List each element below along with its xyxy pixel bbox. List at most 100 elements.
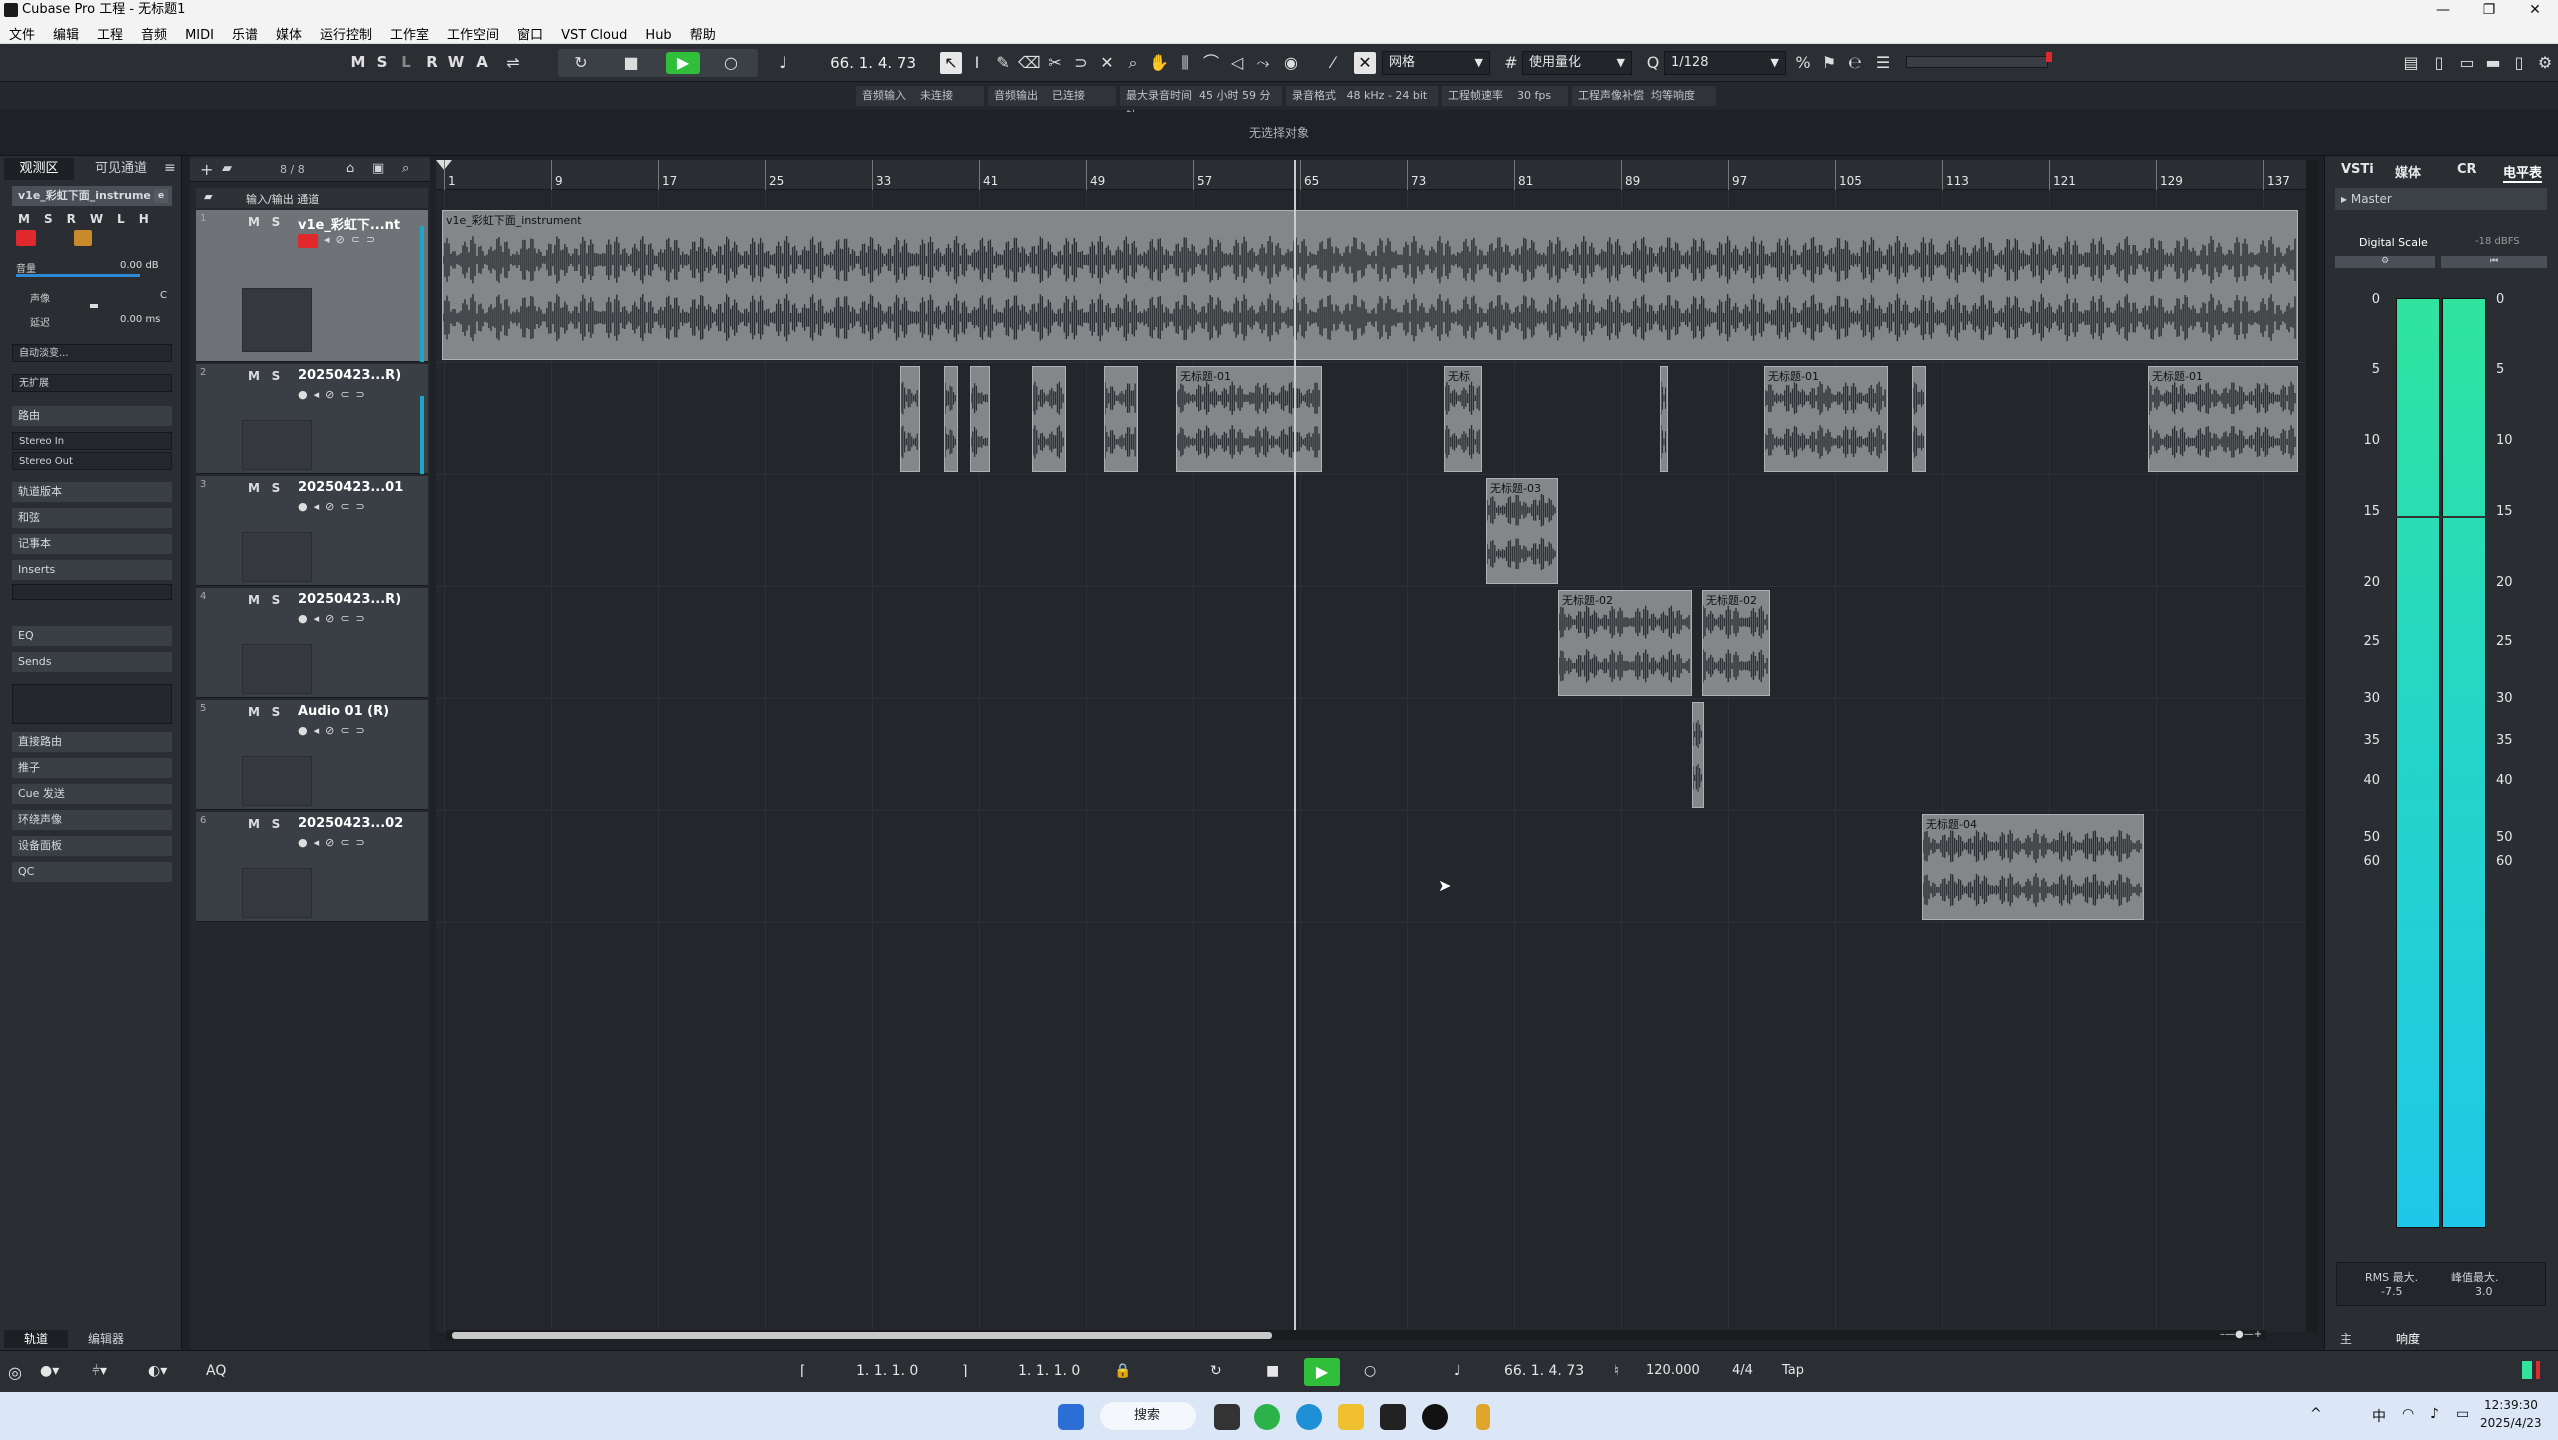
track-row[interactable]: 2 MS 20250423...R) ●◂⊘⊂⊃ — [196, 364, 428, 474]
record-mode-icon[interactable]: ●▾ — [40, 1363, 59, 1379]
mute-button[interactable]: M — [246, 214, 262, 230]
meter-scale-label[interactable]: Digital Scale — [2359, 236, 2428, 249]
glue-tool-icon[interactable]: ⊃ — [1070, 52, 1092, 74]
punch-icon[interactable]: ⫩▾ — [92, 1363, 107, 1379]
menu-transport[interactable]: 运行控制 — [311, 20, 381, 44]
mute-button[interactable]: M — [246, 368, 262, 384]
frame-rate-status[interactable]: 工程帧速率 30 fps — [1442, 86, 1568, 106]
tab-meter[interactable]: 电平表 — [2503, 162, 2543, 183]
volume-value[interactable]: 0.00 dB — [120, 260, 159, 271]
window-layout-icon[interactable]: ☰ — [1872, 52, 1894, 74]
auto-fade-dropdown[interactable]: 自动淡变... — [12, 344, 172, 362]
start-icon[interactable] — [1058, 1404, 1084, 1430]
tab-editor[interactable]: 编辑器 — [72, 1330, 140, 1348]
section-eq[interactable]: EQ — [12, 626, 172, 646]
solo-button[interactable]: S — [268, 368, 284, 384]
lock-icon[interactable]: 🔒 — [1114, 1363, 1131, 1379]
warp-tool-icon[interactable]: ⤳ — [1252, 52, 1274, 74]
clock-date[interactable]: 2025/4/23 — [2480, 1416, 2542, 1430]
routing-output-dropdown[interactable]: Stereo Out — [12, 452, 172, 470]
snap-type-dropdown[interactable]: 网格 ▼ — [1382, 51, 1490, 75]
taskbar-search[interactable]: 搜索 — [1100, 1402, 1196, 1430]
audio-output-status[interactable]: 音频输出 已连接 — [988, 86, 1116, 106]
vertical-scrollbar[interactable] — [2306, 160, 2318, 1332]
playhead-cursor[interactable] — [1294, 160, 1296, 1332]
inspector-track-name[interactable]: v1e_彩虹下面_instrume e — [12, 186, 172, 206]
section-surround-pan[interactable]: 环绕声像 — [12, 810, 172, 830]
right-locator-display[interactable]: 1. 1. 1. 0 — [1018, 1363, 1080, 1379]
mute-button[interactable]: M — [246, 480, 262, 496]
zoom-slider[interactable]: –—●—+ — [2220, 1329, 2300, 1341]
section-notepad[interactable]: 记事本 — [12, 534, 172, 554]
edit-in-place-icon[interactable]: ℮ — [1844, 52, 1866, 74]
search-icon[interactable]: ⌕ — [402, 161, 409, 176]
tempo-track-icon[interactable]: ♮ — [1614, 1363, 1619, 1379]
tab-main[interactable]: 主 — [2340, 1330, 2352, 1347]
audio-event[interactable]: 无标题-03 — [1486, 478, 1558, 584]
timeline-ruler[interactable]: 1 9 17 25 33 41 49 57 65 73 81 89 97 105 113 121 129 137 — [436, 160, 2306, 190]
horizontal-scroll-thumb[interactable] — [452, 1332, 1272, 1339]
track-controls[interactable]: ●◂⊘⊂⊃ — [298, 612, 371, 625]
aq-button[interactable]: AQ — [206, 1363, 226, 1379]
snap-on-off-icon[interactable]: ✕ — [1354, 52, 1376, 74]
quantize-mode-dropdown[interactable]: 使用量化 ▼ — [1522, 51, 1632, 75]
stop-icon[interactable]: ■ — [620, 52, 642, 74]
menu-edit[interactable]: 编辑 — [44, 20, 88, 44]
volume-fader[interactable] — [16, 274, 140, 277]
notes-icon[interactable] — [1476, 1404, 1490, 1430]
track-controls[interactable]: ●◂⊘⊂⊃ — [298, 724, 371, 737]
tab-control-room[interactable]: CR — [2457, 162, 2477, 177]
play-tool-icon[interactable]: ◁ — [1226, 52, 1248, 74]
section-device-panel[interactable]: 设备面板 — [12, 836, 172, 856]
tab-loudness[interactable]: 响度 — [2396, 1330, 2420, 1347]
inspector-msrw-buttons[interactable]: MSRWLH — [18, 212, 163, 226]
transport-play-icon[interactable]: ▶ — [1304, 1358, 1340, 1386]
section-routing[interactable]: 路由 — [12, 406, 172, 426]
master-channel-selector[interactable]: ▸ Master — [2335, 188, 2547, 210]
audio-event[interactable] — [1032, 366, 1066, 472]
quantize-value-dropdown[interactable]: 1/128 ▼ — [1664, 51, 1786, 75]
track-name[interactable]: 20250423...02 — [298, 816, 403, 831]
pan-slider[interactable] — [90, 304, 98, 308]
solo-button[interactable]: S — [268, 214, 284, 230]
audio-event[interactable] — [1660, 366, 1668, 472]
tray-chevron-icon[interactable]: ^ — [2310, 1406, 2322, 1422]
meter-settings-icon[interactable]: ⚙ — [2335, 256, 2435, 268]
track-row[interactable]: 5 MS Audio 01 (R) ●◂⊘⊂⊃ — [196, 700, 428, 810]
io-channels-folder[interactable]: ▰ 输入/输出 通道 — [196, 188, 428, 208]
solo-button[interactable]: S — [268, 480, 284, 496]
precount-icon[interactable]: ◐▾ — [148, 1363, 167, 1379]
audio-event[interactable]: 无标题-01 — [1764, 366, 1888, 472]
left-locator-icon[interactable]: ⌈ — [800, 1363, 805, 1379]
automation-mode-button[interactable]: A — [472, 53, 492, 73]
menu-help[interactable]: 帮助 — [681, 20, 725, 44]
settings-gear-icon[interactable]: ⚙ — [2534, 52, 2556, 74]
wifi-icon[interactable]: ◠ — [2402, 1406, 2414, 1422]
transport-cycle-icon[interactable]: ↻ — [1210, 1363, 1222, 1379]
record-icon[interactable]: ○ — [720, 52, 742, 74]
tap-tempo-button[interactable]: Tap — [1782, 1363, 1804, 1378]
line-tool-icon[interactable]: ⌒ — [1200, 52, 1222, 74]
section-sends[interactable]: Sends — [12, 652, 172, 672]
listen-button[interactable]: L — [396, 53, 416, 73]
lower-zone-icon[interactable]: ▬ — [2482, 52, 2504, 74]
play-icon[interactable]: ▶ — [666, 52, 700, 74]
inspector-zone-icon[interactable]: ▭ — [2456, 52, 2478, 74]
max-record-time-status[interactable]: 最大录音时间 45 小时 59 分钟 — [1120, 86, 1282, 122]
mute-tool-icon[interactable]: ✕ — [1096, 52, 1118, 74]
write-automation-button[interactable]: W — [446, 53, 466, 73]
solo-button[interactable]: S — [268, 816, 284, 832]
menu-studio[interactable]: 工作室 — [381, 20, 438, 44]
solo-button[interactable]: S — [268, 592, 284, 608]
section-chords[interactable]: 和弦 — [12, 508, 172, 528]
steam-icon[interactable] — [1422, 1404, 1448, 1430]
right-zone-icon[interactable]: ▯ — [2508, 52, 2530, 74]
edge-icon[interactable] — [1296, 1404, 1322, 1430]
time-signature-display[interactable]: 4/4 — [1732, 1363, 1753, 1378]
expansion-dropdown[interactable]: 无扩展 — [12, 374, 172, 392]
audio-event[interactable]: 无标 — [1444, 366, 1482, 472]
insert-slot[interactable] — [12, 584, 172, 600]
close-button[interactable]: ✕ — [2512, 0, 2558, 20]
menu-window[interactable]: 窗口 — [508, 20, 552, 44]
file-explorer-icon[interactable] — [1338, 1404, 1364, 1430]
